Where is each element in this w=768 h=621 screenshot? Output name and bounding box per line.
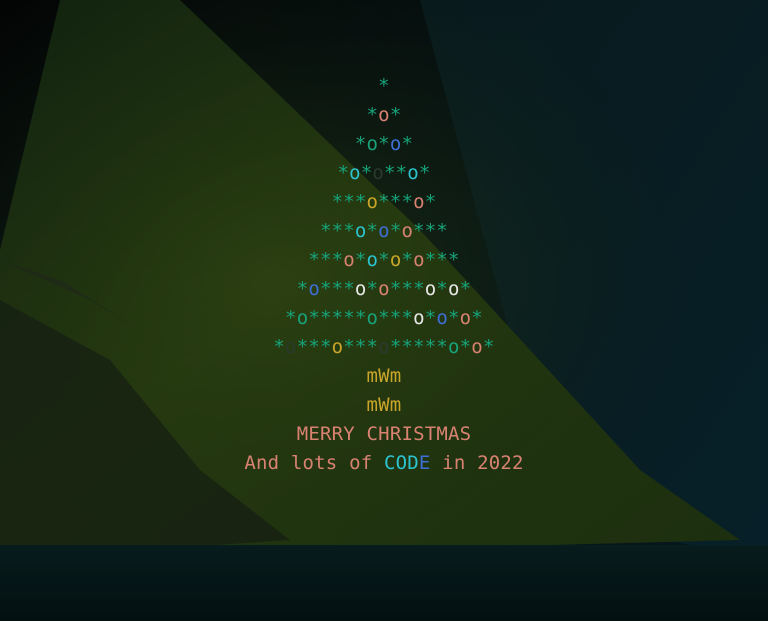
tree-trunk: mWm <box>366 394 402 416</box>
tree-leaf: * <box>459 336 472 358</box>
tree-leaf: *** <box>389 278 425 300</box>
tree-leaf: * <box>448 307 460 329</box>
tree-leaf: *** <box>319 278 355 300</box>
tree-leaf: * <box>424 307 437 329</box>
tree-ornament: o <box>436 307 449 329</box>
tree-leaf: *** <box>378 307 414 329</box>
tree-ornament: o <box>366 307 379 329</box>
tree-ornament: o <box>378 104 390 126</box>
tree-leaf: * <box>337 162 350 184</box>
tree-leaf: * <box>354 249 367 271</box>
tree-leaf: * <box>471 307 483 329</box>
tree-leaf: * <box>401 249 414 271</box>
christmas-tree-ascii: * *o* *o*o* *o*o**o* ***o***o* ***o*o*o*** ***… <box>0 72 768 478</box>
tree-leaf: * <box>389 104 402 126</box>
tree-leaf: * <box>395 162 408 184</box>
tree-leaf: * <box>482 336 495 358</box>
tree-trunk: mWm <box>366 365 402 387</box>
tree-row: *o*o**o* <box>0 159 768 188</box>
tree-leaf: * <box>459 278 472 300</box>
tree-row: *o***o***o*****o*o* <box>0 333 768 362</box>
tree-row: * <box>0 72 768 101</box>
tree-leaf: * <box>378 133 390 155</box>
tree-leaf: * <box>354 133 367 155</box>
tree-leaf: *** <box>424 249 460 271</box>
terminal-window: * *o* *o*o* *o*o**o* ***o***o* ***o*o*o*** ***… <box>0 0 768 621</box>
tree-ornament: o <box>407 162 419 184</box>
tree-leaf: *** <box>308 249 344 271</box>
tree-leaf: ***** <box>308 307 367 329</box>
tree-leaf: * <box>366 104 379 126</box>
tree-ornament: o <box>366 249 379 271</box>
tree-row: *o*****o***o*o*o* <box>0 304 768 333</box>
tree-ornament: o <box>366 191 379 213</box>
tree-ornament: o <box>331 336 344 358</box>
tree-leaf: * <box>436 278 449 300</box>
tree-leaf: * <box>378 249 390 271</box>
greeting-merry-christmas: MERRY CHRISTMAS <box>296 423 472 445</box>
tree-leaf: * <box>389 220 402 242</box>
tree-ornament: o <box>285 336 297 358</box>
tree-foliage: * *o* *o*o* *o*o**o* ***o***o* ***o*o*o*** ***… <box>0 72 768 362</box>
tree-leaf: *** <box>296 336 332 358</box>
tree-ornament: o <box>372 162 384 184</box>
greeting-code-word-part1: COD <box>383 452 419 474</box>
tree-leaf: *** <box>331 191 367 213</box>
tree-ornament: o <box>471 336 483 358</box>
tree-ornament: o <box>378 336 390 358</box>
tree-leaf: * <box>418 162 431 184</box>
tree-leaf: * <box>384 162 396 184</box>
tree-row: *o***o*o***o*o* <box>0 275 768 304</box>
tree-row: ***o***o* <box>0 188 768 217</box>
tree-ornament: o <box>378 220 390 242</box>
tree-leaf: *** <box>378 191 414 213</box>
tree-ornament: o <box>378 278 390 300</box>
tree-leaf: * <box>366 220 379 242</box>
tree-ornament: o <box>354 278 367 300</box>
tree-ornament: o <box>401 220 414 242</box>
tree-ornament: o <box>389 133 402 155</box>
tree-ornament: o <box>413 191 425 213</box>
tree-leaf: ***** <box>389 336 449 358</box>
greeting-prefix: And lots of <box>244 452 384 474</box>
tree-row: *o* <box>0 101 768 130</box>
tree-leaf: * <box>378 75 390 97</box>
tree-ornament: o <box>366 133 379 155</box>
tree-leaf: *** <box>319 220 355 242</box>
tree-ornament: o <box>296 307 309 329</box>
tree-ornament: o <box>308 278 320 300</box>
tree-leaf: *** <box>413 220 449 242</box>
tree-ornament: o <box>448 278 460 300</box>
tree-ornament: o <box>448 336 460 358</box>
greeting-code-line: And lots of CODE in 2022 <box>0 449 768 478</box>
tree-ornament: o <box>354 220 367 242</box>
tree-ornament: o <box>413 249 425 271</box>
tree-ornament: o <box>424 278 437 300</box>
greeting-suffix: in 2022 <box>430 452 524 474</box>
tree-row: *o*o* <box>0 130 768 159</box>
tree-ornament: o <box>459 307 472 329</box>
tree-ornament: o <box>389 249 402 271</box>
tree-ornament: o <box>343 249 355 271</box>
tree-leaf: * <box>424 191 437 213</box>
tree-leaf: * <box>366 278 379 300</box>
tree-ornament: o <box>413 307 425 329</box>
tree-leaf: * <box>296 278 309 300</box>
tree-row: ***o*o*o*** <box>0 217 768 246</box>
greeting-code-word-part2: E <box>418 452 431 474</box>
tree-ornament: o <box>349 162 361 184</box>
tree-leaf: * <box>285 307 297 329</box>
tree-row: ***o*o*o*o*** <box>0 246 768 275</box>
tree-leaf: * <box>273 336 286 358</box>
tree-leaf: * <box>401 133 414 155</box>
tree-leaf: *** <box>343 336 379 358</box>
tree-leaf: * <box>360 162 373 184</box>
